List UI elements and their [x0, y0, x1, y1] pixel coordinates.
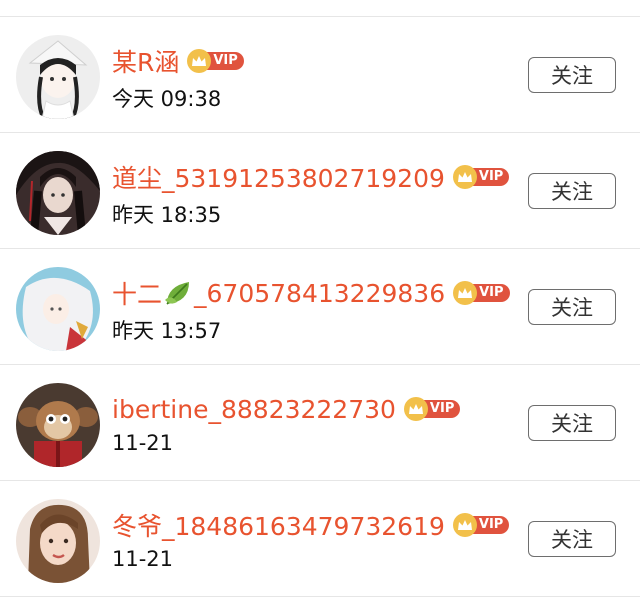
follow-button[interactable]: 关注	[528, 57, 616, 93]
leaf-emoji-icon	[163, 278, 193, 308]
list-item[interactable]: 某R涵 VIP 今天 09:38 关注	[0, 17, 640, 133]
avatar[interactable]	[16, 267, 100, 351]
list-top-divider	[0, 0, 640, 17]
timestamp: 11-21	[112, 431, 174, 455]
timestamp: 昨天 13:57	[112, 319, 222, 343]
timestamp: 今天 09:38	[112, 87, 222, 111]
avatar[interactable]	[16, 499, 100, 583]
follow-button[interactable]: 关注	[528, 173, 616, 209]
username-part[interactable]: 十二	[112, 275, 162, 311]
timestamp: 昨天 18:35	[112, 203, 222, 227]
vip-badge: VIP	[452, 165, 510, 189]
vip-badge: VIP	[453, 281, 510, 305]
crown-icon	[453, 281, 478, 305]
follow-button[interactable]: 关注	[528, 289, 616, 325]
username[interactable]: 冬爷_18486163479732619	[112, 507, 445, 543]
username[interactable]: 某R涵	[112, 43, 179, 79]
timestamp: 11-21	[112, 547, 174, 571]
avatar[interactable]	[16, 383, 100, 467]
follow-button[interactable]: 关注	[528, 405, 616, 441]
crown-icon	[452, 513, 477, 537]
vip-badge: VIP	[452, 513, 510, 537]
avatar[interactable]	[16, 151, 100, 235]
list-item[interactable]: ibertine_88823222730 VIP 11-21 关注	[0, 365, 640, 481]
follow-button[interactable]: 关注	[528, 521, 616, 557]
crown-icon	[452, 165, 477, 189]
crown-icon	[403, 397, 428, 421]
vip-badge: VIP	[187, 49, 244, 73]
avatar[interactable]	[16, 35, 100, 119]
list-item[interactable]: 十二 _670578413229836 VIP 昨天 13:57 关注	[0, 249, 640, 365]
list-item[interactable]: 道尘_53191253802719209 VIP 昨天 18:35 关注	[0, 133, 640, 249]
username[interactable]: 道尘_53191253802719209	[112, 159, 445, 195]
vip-badge: VIP	[403, 397, 461, 421]
username[interactable]: ibertine_88823222730	[112, 395, 396, 424]
list-item[interactable]: 冬爷_18486163479732619 VIP 11-21 关注	[0, 481, 640, 597]
username-part[interactable]: _670578413229836	[194, 279, 445, 308]
